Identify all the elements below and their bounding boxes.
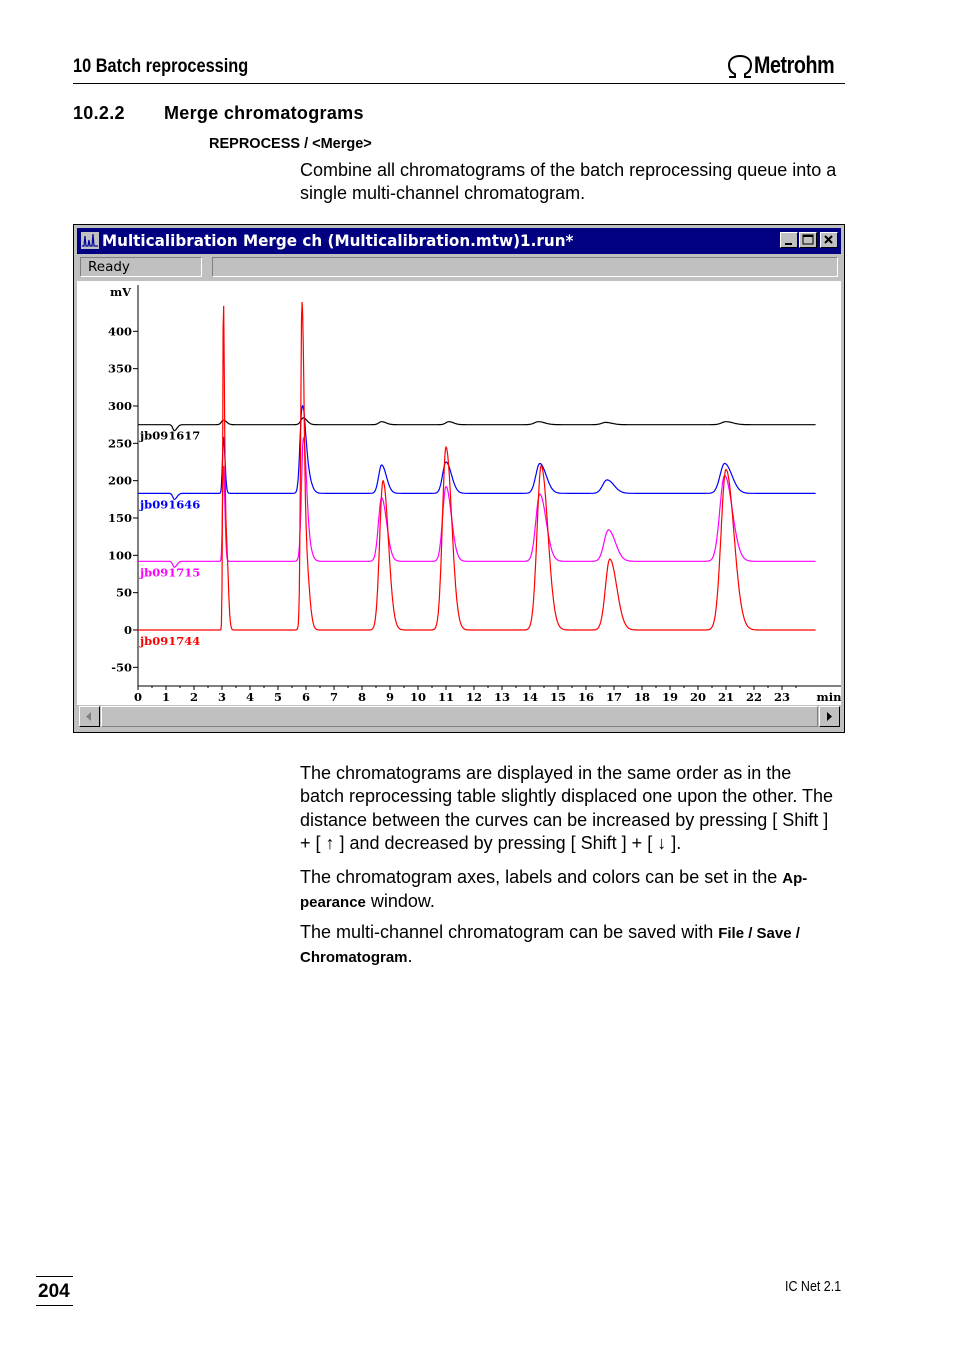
y-tick-label: 400 [108, 324, 132, 338]
x-tick-label: 9 [386, 690, 394, 704]
close-button[interactable] [820, 232, 838, 248]
menu-path: REPROCESS / <Merge> [209, 136, 372, 152]
horizontal-scrollbar[interactable] [77, 705, 841, 728]
x-tick-label: 4 [246, 690, 254, 704]
maximize-button[interactable] [799, 232, 817, 248]
header-rule [73, 83, 845, 84]
minimize-icon [785, 243, 792, 245]
section-number: 10.2.2 [73, 103, 125, 123]
x-tick-label: 18 [634, 690, 650, 704]
paragraph-appearance: The chromatogram axes, labels and colors… [300, 866, 840, 915]
x-tick-label: 5 [274, 690, 282, 704]
close-icon [824, 235, 833, 244]
x-tick-label: 14 [522, 690, 538, 704]
series-label-jb091715: jb091715 [139, 565, 200, 579]
x-tick-label: 10 [410, 690, 426, 704]
x-tick-label: 8 [358, 690, 366, 704]
series-label-jb091744: jb091744 [139, 634, 200, 648]
x-tick-label: 13 [494, 690, 510, 704]
maximize-icon [802, 234, 814, 245]
series-label-jb091646: jb091646 [139, 497, 200, 511]
series-line-jb091646 [138, 404, 816, 500]
x-tick-label: 12 [466, 690, 482, 704]
p3-tail: . [407, 946, 413, 967]
x-tick-label: 16 [578, 690, 594, 704]
x-tick-label: 7 [330, 690, 338, 704]
scroll-track[interactable] [101, 706, 818, 727]
x-tick-label: 23 [774, 690, 790, 704]
product-name: IC Net 2.1 [785, 1279, 842, 1295]
omega-icon [727, 54, 753, 78]
p3-text: The multi-channel chromatogram can be sa… [300, 922, 719, 942]
section-title: Merge chromatograms [164, 103, 364, 123]
y-tick-label: 150 [108, 511, 132, 525]
x-tick-label: 15 [550, 690, 566, 704]
window-titlebar[interactable]: Multicalibration Merge ch (Multicalibrat… [77, 228, 841, 254]
y-tick-label: 300 [108, 399, 132, 413]
metrohm-logo: Metrohm [726, 52, 852, 80]
status-panel [212, 257, 838, 277]
scroll-right-button[interactable] [819, 706, 840, 727]
p2-tail: window. [365, 891, 435, 912]
y-axis-label: mV [110, 285, 132, 299]
x-tick-label: 2 [190, 690, 198, 704]
series-line-jb091617 [138, 417, 816, 432]
series-line-jb091715 [138, 436, 816, 568]
y-tick-label: -50 [111, 660, 132, 674]
app-icon[interactable] [81, 232, 99, 249]
footer-rule-bottom [36, 1305, 73, 1306]
p2-text: The chromatogram axes, labels and colors… [300, 867, 783, 887]
y-tick-label: 350 [108, 362, 132, 376]
chromatogram-window: Multicalibration Merge ch (Multicalibrat… [73, 224, 845, 733]
x-tick-label: 0 [134, 690, 142, 704]
x-tick-label: 6 [302, 690, 310, 704]
intro-paragraph: Combine all chromatograms of the batch r… [300, 160, 837, 204]
x-tick-label: 21 [718, 690, 734, 704]
arrow-left-icon [86, 712, 91, 721]
x-tick-label: 3 [218, 690, 226, 704]
status-text: Ready [80, 257, 202, 277]
arrow-right-icon [827, 712, 832, 721]
paragraph-save: The multi-channel chromatogram can be sa… [300, 921, 840, 970]
y-tick-label: 200 [108, 474, 132, 488]
x-tick-label: 17 [606, 690, 622, 704]
section-heading: 10.2.2 Merge chromatograms [73, 103, 364, 124]
chapter-heading: 10 Batch reprocessing [73, 56, 249, 77]
series-line-jb091744 [138, 301, 816, 631]
footer-rule-top [36, 1276, 73, 1277]
chromatogram-chart: mV-500501001502002503003504000 1 2 3 4 5 6 7 8 9 1… [108, 285, 841, 704]
window-title: Multicalibration Merge ch (Multicalibrat… [102, 231, 574, 250]
paragraph-display-order: The chromatograms are displayed in the s… [300, 763, 834, 853]
x-tick-label: 1 [162, 690, 170, 704]
page-number: 204 [38, 1281, 70, 1302]
x-tick-label: 22 [746, 690, 762, 704]
logo-text: Metrohm [754, 52, 835, 79]
scroll-left-button[interactable] [79, 706, 100, 727]
minimize-button[interactable] [780, 232, 798, 248]
chromatogram-plot[interactable]: mV -50 0 50 100 150 200 250 300 350 400 0 1 2 3 4 5 6 7 8 9 1… [77, 281, 841, 705]
y-tick-label: 50 [116, 586, 132, 600]
y-tick-label: 100 [108, 548, 132, 562]
x-tick-label: 19 [662, 690, 678, 704]
y-tick-label: 250 [108, 436, 132, 450]
x-tick-label: 11 [438, 690, 454, 704]
series-label-jb091617: jb091617 [139, 429, 200, 443]
x-axis-label: min [817, 690, 841, 704]
x-tick-label: 20 [690, 690, 706, 704]
y-tick-label: 0 [124, 623, 132, 637]
